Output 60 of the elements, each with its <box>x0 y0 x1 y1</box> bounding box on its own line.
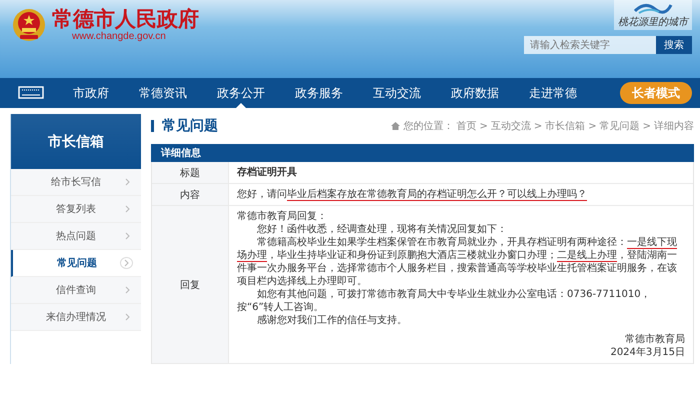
field-value: 存档证明开具 <box>237 166 298 179</box>
nav-item[interactable]: 政务公开 <box>202 78 280 108</box>
sidebar-title: 市长信箱 <box>48 132 104 150</box>
home-icon <box>391 122 400 130</box>
chevron-right-icon <box>125 232 131 240</box>
sidebar-item[interactable]: 热点问题 <box>11 223 141 250</box>
nav-item[interactable]: 市政府 <box>58 78 124 108</box>
breadcrumb-link[interactable]: 市长信箱 <box>545 119 586 133</box>
field-label: 回复 <box>152 206 229 363</box>
title-accent-bar <box>151 120 154 132</box>
chevron-right-icon <box>120 257 133 269</box>
nav-item[interactable]: 政务服务 <box>280 78 358 108</box>
site-title: 常德市人民政府 <box>52 8 199 32</box>
reply-paragraph: 常德市教育局回复： <box>237 210 328 223</box>
nav-item[interactable]: 互动交流 <box>358 78 436 108</box>
slogan-text: 桃花源里的城市 <box>618 16 688 29</box>
page-title: 常见问题 <box>162 117 218 135</box>
nav-item[interactable]: 政府数据 <box>436 78 514 108</box>
reply-paragraph: 感谢您对我们工作的信任与支持。 <box>256 314 408 327</box>
sidebar-item-label: 来信办理情况 <box>46 310 106 324</box>
reply-date: 2024年3月15日 <box>609 346 685 359</box>
search-field[interactable]: 请输入检索关键字 <box>524 36 656 54</box>
wave-logo-icon <box>633 1 673 15</box>
chevron-right-icon <box>125 178 131 186</box>
field-label: 内容 <box>152 184 229 205</box>
sidebar-item[interactable]: 常见问题 <box>11 250 141 277</box>
monitor-icon[interactable] <box>18 86 44 100</box>
signature: 常德市教育局 <box>624 333 685 346</box>
reply-paragraph: 如您有其他问题，可拨打常德市教育局大中专毕业生就业办公室电话：0736-7711010，按“6”转人工咨询。 <box>237 288 652 314</box>
breadcrumb-separator: > <box>479 120 488 132</box>
breadcrumb-link[interactable]: 常见问题 <box>600 119 640 133</box>
field-label: 标题 <box>152 162 229 183</box>
breadcrumb-separator: > <box>642 120 651 132</box>
sidebar-item-label: 给市长写信 <box>51 176 101 189</box>
sidebar-item[interactable]: 信件查询 <box>11 277 141 304</box>
breadcrumb-label: 您的位置： <box>403 120 454 133</box>
sidebar-item-label: 常见问题 <box>57 256 97 270</box>
nav-item[interactable]: 走进常德 <box>514 78 592 108</box>
breadcrumb-link[interactable]: 首页 <box>456 119 476 133</box>
breadcrumb-separator: > <box>534 120 542 132</box>
search-button[interactable]: 搜索 <box>656 36 692 54</box>
chevron-right-icon <box>125 286 131 294</box>
sidebar-item-label: 信件查询 <box>56 284 96 297</box>
breadcrumb-link[interactable]: 互动交流 <box>490 119 531 133</box>
breadcrumb-separator: > <box>588 120 597 132</box>
emblem-icon <box>12 8 46 42</box>
chevron-right-icon <box>125 205 131 213</box>
question-text: 您好，请问毕业后档案存放在常德教育局的存档证明怎么开？可以线上办理吗？ <box>237 188 588 201</box>
sidebar-item-label: 答复列表 <box>56 202 96 216</box>
sidebar-item[interactable]: 给市长写信 <box>11 169 141 196</box>
detail-heading: 详细信息 <box>161 146 201 160</box>
reply-paragraph: 常德籍高校毕业生如果学生档案保管在市教育局就业办，开具存档证明有两种途径：一是线下现场办理，毕业生持毕业证和身份证到原鹏抱大酒店三楼就业办窗口办理；二是线上办理，登陆湖南一件事一次办服务平台，选择常德市个人服务栏目，搜索普通高等学校毕业生托管档案证明服务，在该项目栏内选择线上办理即可。 <box>237 236 678 288</box>
reply-paragraph: 您好！函件收悉，经调查处理，现将有关情况回复如下： <box>256 223 508 236</box>
sidebar-item[interactable]: 答复列表 <box>11 196 141 223</box>
sidebar-item[interactable]: 来信办理情况 <box>11 304 141 331</box>
breadcrumb-link[interactable]: 详细内容 <box>654 119 694 133</box>
sidebar-item-label: 热点问题 <box>56 230 96 243</box>
nav-item[interactable]: 常德资讯 <box>124 78 202 108</box>
chevron-right-icon <box>125 313 131 321</box>
site-url: www.changde.gov.cn <box>72 31 167 42</box>
